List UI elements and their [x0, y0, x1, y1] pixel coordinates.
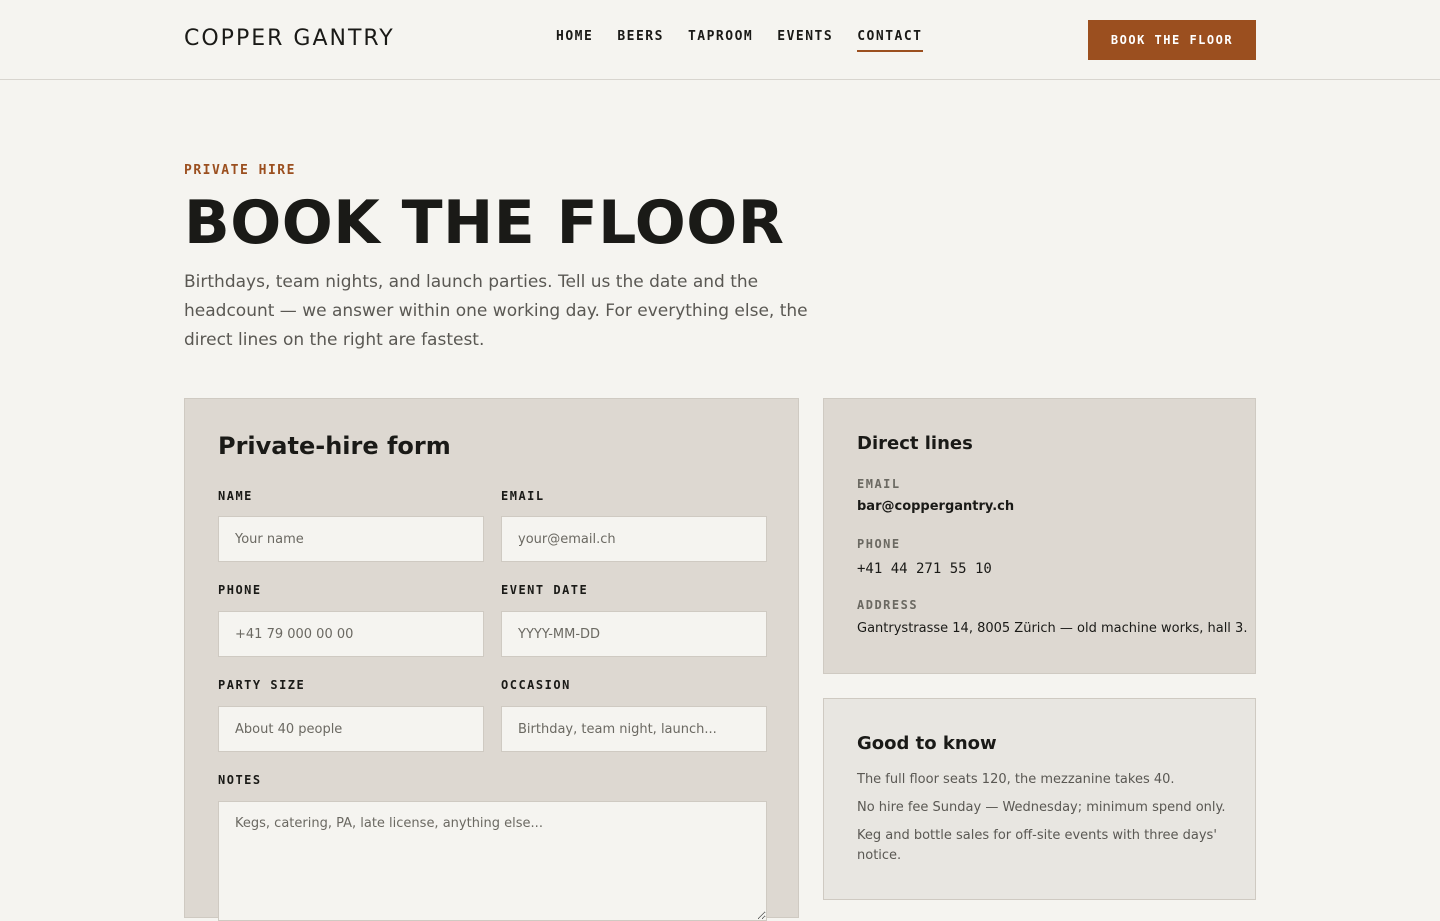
party-size-input[interactable] [218, 706, 484, 752]
form-title: Private-hire form [218, 432, 451, 460]
book-the-floor-button[interactable]: BOOK THE FLOOR [1088, 20, 1256, 60]
direct-lines-title: Direct lines [857, 433, 973, 454]
nav-home[interactable]: HOME [556, 29, 593, 52]
name-input[interactable] [218, 516, 484, 562]
name-label: NAME [218, 489, 253, 503]
nav-taproom[interactable]: TAPROOM [688, 29, 753, 52]
nav-contact[interactable]: CONTACT [857, 29, 923, 52]
brand-logo[interactable]: COPPER GANTRY [184, 26, 395, 51]
occasion-label: OCCASION [501, 678, 571, 692]
party-size-label: PARTY SIZE [218, 678, 306, 692]
contact-email-label: EMAIL [857, 477, 901, 491]
tip-item: The full floor seats 120, the mezzanine … [857, 772, 1175, 787]
page-title: BOOK THE FLOOR [184, 188, 785, 258]
nav-events[interactable]: EVENTS [777, 29, 833, 52]
phone-input[interactable] [218, 611, 484, 657]
contact-phone-link[interactable]: +41 44 271 55 10 [857, 561, 992, 577]
contact-address-label: ADDRESS [857, 598, 919, 612]
notes-textarea[interactable] [218, 801, 767, 921]
notes-label: NOTES [218, 773, 262, 787]
event-date-label: EVENT DATE [501, 583, 589, 597]
phone-label: PHONE [218, 583, 262, 597]
tip-item: Keg and bottle sales for off-site events… [857, 828, 1217, 863]
occasion-input[interactable] [501, 706, 767, 752]
nav-beers[interactable]: BEERS [617, 29, 664, 52]
site-header: COPPER GANTRY HOME BEERS TAPROOM EVENTS … [0, 0, 1440, 80]
page-eyebrow: PRIVATE HIRE [184, 163, 296, 178]
good-to-know-title: Good to know [857, 733, 997, 754]
contact-phone-label: PHONE [857, 537, 901, 551]
private-hire-form: Private-hire form NAME EMAIL PHONE EVENT… [184, 398, 799, 921]
contact-address: Gantrystrasse 14, 8005 Zürich — old mach… [857, 621, 1248, 636]
direct-lines-card: Direct lines EMAIL bar@coppergantry.ch P… [823, 398, 1256, 674]
main-nav: HOME BEERS TAPROOM EVENTS CONTACT [556, 29, 947, 52]
event-date-input[interactable] [501, 611, 767, 657]
email-input[interactable] [501, 516, 767, 562]
contact-email-link[interactable]: bar@coppergantry.ch [857, 499, 1014, 514]
intro-text: Birthdays, team nights, and launch parti… [184, 272, 808, 350]
email-label: EMAIL [501, 489, 545, 503]
tip-item: No hire fee Sunday — Wednesday; minimum … [857, 800, 1226, 815]
good-to-know-card: Good to know The full floor seats 120, t… [823, 698, 1256, 900]
